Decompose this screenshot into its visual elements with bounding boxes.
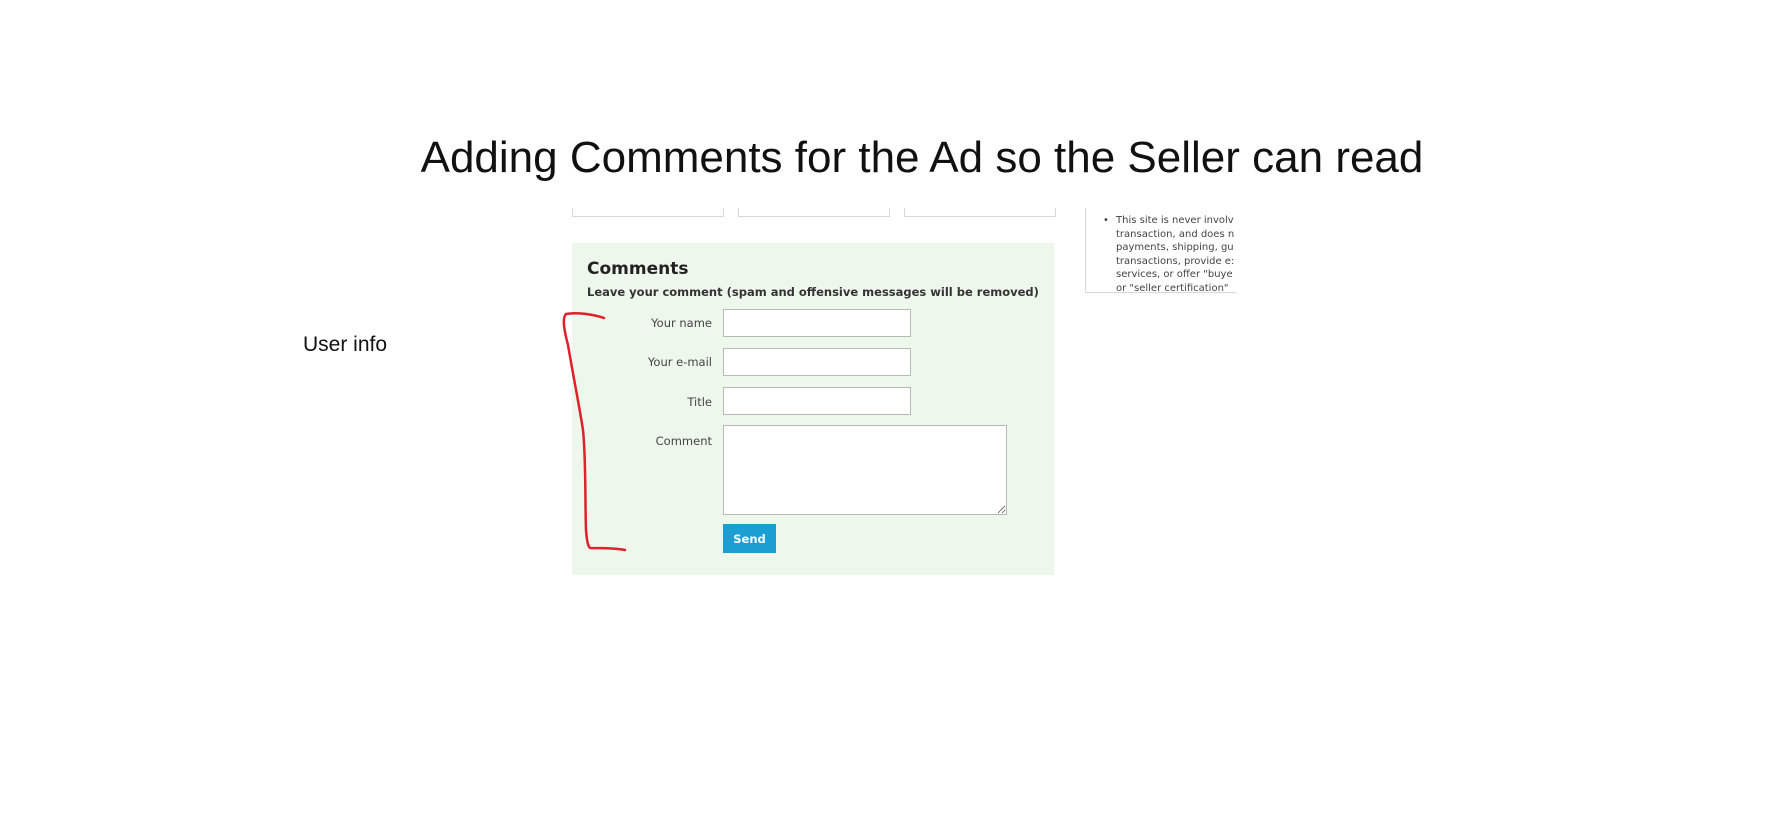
comments-panel: Comments Leave your comment (spam and of…: [572, 243, 1054, 575]
comments-subheading: Leave your comment (spam and offensive m…: [587, 285, 1039, 299]
comment-textarea[interactable]: [723, 425, 1007, 515]
name-label: Your name: [651, 316, 712, 330]
notice-item: • This site is never involv transaction,…: [1100, 214, 1236, 293]
email-input[interactable]: [723, 348, 911, 376]
notice-line: services, or offer "buye: [1116, 269, 1233, 280]
name-input[interactable]: [723, 309, 911, 337]
notice-line: transactions, provide e:: [1116, 255, 1235, 267]
notice-list: • This site is never involv transaction,…: [1100, 214, 1236, 293]
email-label: Your e-mail: [647, 355, 712, 369]
notice-line: payments, shipping, gu: [1116, 242, 1234, 253]
notice-line: This site is never involv: [1116, 215, 1234, 226]
top-card: [904, 208, 1056, 217]
comments-heading: Comments: [587, 259, 689, 279]
top-card: [572, 208, 724, 217]
notice-box: • This site is never involv transaction,…: [1085, 208, 1236, 293]
notice-line: transaction, and does n: [1116, 228, 1235, 240]
title-label: Title: [687, 395, 712, 409]
send-button[interactable]: Send: [723, 524, 776, 553]
slide-title: Adding Comments for the Ad so the Seller…: [420, 133, 1424, 182]
comment-label: Comment: [655, 434, 712, 448]
notice-line: or "seller certification": [1116, 282, 1229, 293]
user-info-label: User info: [303, 333, 388, 356]
top-card: [738, 208, 890, 217]
title-input[interactable]: [723, 387, 911, 415]
bullet-icon: •: [1103, 215, 1109, 226]
screenshot-crop: Comments Leave your comment (spam and of…: [560, 208, 1236, 584]
